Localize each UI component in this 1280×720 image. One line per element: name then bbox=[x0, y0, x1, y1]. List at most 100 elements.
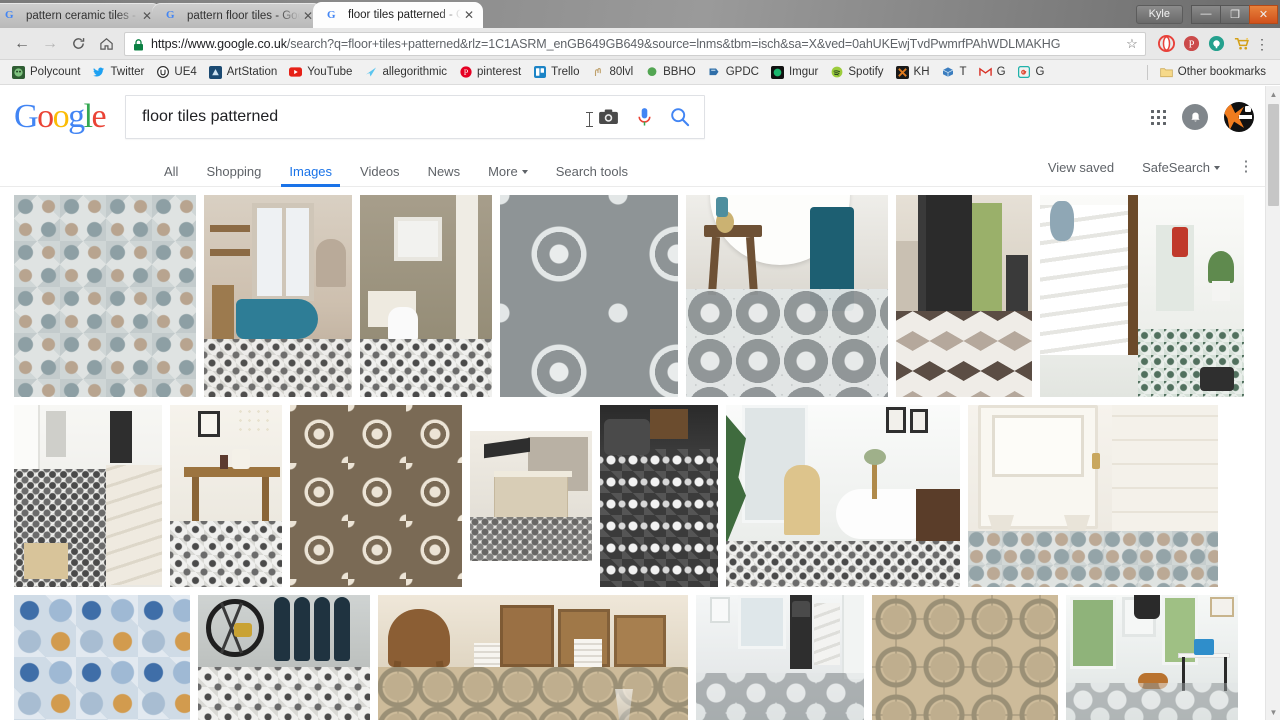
tab-news[interactable]: News bbox=[414, 148, 475, 186]
apps-grid-icon[interactable] bbox=[1151, 109, 1166, 125]
bookmark-pinterest[interactable]: Ppinterest bbox=[453, 62, 527, 82]
cube-icon bbox=[942, 66, 955, 79]
browser-tab-2[interactable]: pattern floor tiles - Goog ✕ bbox=[152, 3, 322, 28]
minimize-button[interactable]: — bbox=[1191, 4, 1220, 24]
bookmark-bbho[interactable]: BBHO bbox=[639, 62, 702, 82]
google-logo[interactable]: Google bbox=[14, 98, 107, 136]
other-bookmarks-button[interactable]: Other bookmarks bbox=[1154, 62, 1272, 82]
bookmark-gpdc[interactable]: GPDC bbox=[702, 62, 765, 82]
thumb-bathroom-armchair-rolltop-bath[interactable] bbox=[726, 405, 960, 587]
camera-icon[interactable] bbox=[590, 99, 626, 135]
bookmarks-bar: Polycount Twitter UE4 ArtStation YouTube… bbox=[0, 60, 1280, 85]
opera-icon[interactable] bbox=[1155, 33, 1177, 55]
scroll-up-arrow-icon[interactable]: ▲ bbox=[1266, 86, 1280, 102]
thumb-bathtub-stool-grey-tiles[interactable] bbox=[686, 195, 888, 397]
allegorithmic-icon bbox=[364, 66, 377, 79]
thumb-hallway-geometric-3d-floor[interactable] bbox=[896, 195, 1032, 397]
thumb-dining-table-chandelier-tiles[interactable] bbox=[170, 405, 282, 587]
bookmark-g-square[interactable]: G bbox=[1012, 62, 1051, 82]
maximize-button[interactable]: ❐ bbox=[1220, 4, 1249, 24]
thumb-bathroom-blue-clawfoot-tub[interactable] bbox=[204, 195, 352, 397]
browser-tab-3-active[interactable]: floor tiles patterned - Go ✕ bbox=[313, 2, 483, 28]
folder-icon bbox=[1160, 66, 1173, 79]
tab-all[interactable]: All bbox=[150, 148, 192, 186]
browser-tab-1[interactable]: pattern ceramic tiles - Go ✕ bbox=[0, 3, 161, 28]
home-icon[interactable] bbox=[92, 31, 120, 57]
thumb-bicycle-wellies-monochrome-floor[interactable] bbox=[198, 595, 370, 720]
bookmark-allegorithmic[interactable]: allegorithmic bbox=[358, 62, 453, 82]
scroll-down-arrow-icon[interactable]: ▼ bbox=[1266, 704, 1280, 720]
thumb-chair-crates-books-aged-tiles[interactable] bbox=[378, 595, 688, 720]
search-icon[interactable] bbox=[662, 99, 698, 135]
close-icon[interactable]: ✕ bbox=[461, 7, 477, 23]
bookmark-spotify[interactable]: Spotify bbox=[824, 62, 889, 82]
thumb-hallway-stove-staircase-grey-tiles[interactable] bbox=[696, 595, 864, 720]
tab-more[interactable]: More bbox=[474, 148, 542, 186]
bookmark-youtube[interactable]: YouTube bbox=[283, 62, 358, 82]
bookmark-label: BBHO bbox=[663, 66, 696, 78]
teal-circle-icon[interactable] bbox=[1205, 33, 1227, 55]
tab-shopping[interactable]: Shopping bbox=[192, 148, 275, 186]
thumb-small-bathroom-monochrome-floor[interactable] bbox=[360, 195, 492, 397]
forward-icon[interactable]: → bbox=[36, 31, 64, 57]
tab-images[interactable]: Images bbox=[275, 148, 346, 187]
bookmark-ue4[interactable]: UE4 bbox=[150, 62, 202, 82]
back-icon[interactable]: ← bbox=[8, 31, 36, 57]
bookmark-polycount[interactable]: Polycount bbox=[6, 62, 87, 82]
bookmark-twitter[interactable]: Twitter bbox=[87, 62, 151, 82]
thumb-white-vanity-unit-floor-tiles[interactable] bbox=[968, 405, 1218, 587]
thumb-blue-orange-moroccan-tiles[interactable] bbox=[14, 595, 190, 720]
bookmark-t[interactable]: T bbox=[936, 62, 973, 82]
reload-icon[interactable] bbox=[64, 31, 92, 57]
polycount-icon bbox=[12, 65, 25, 79]
tab-videos[interactable]: Videos bbox=[346, 148, 414, 186]
address-bar[interactable]: https://www.google.co.uk/search?q=floor+… bbox=[124, 31, 1146, 56]
tab-label: All bbox=[164, 163, 179, 179]
user-avatar[interactable] bbox=[1224, 102, 1254, 132]
image-row bbox=[14, 595, 1270, 720]
bookmark-artstation[interactable]: ArtStation bbox=[203, 62, 284, 82]
image-row bbox=[14, 405, 1270, 587]
pinterest-icon[interactable]: P bbox=[1180, 33, 1202, 55]
page-scrollbar[interactable]: ▲ ▼ bbox=[1265, 86, 1280, 720]
chrome-menu-icon[interactable]: ⋮ bbox=[1252, 37, 1272, 51]
profile-chip[interactable]: Kyle bbox=[1135, 4, 1183, 24]
search-tools-button[interactable]: Search tools bbox=[542, 148, 642, 186]
g-square-icon bbox=[1018, 66, 1031, 79]
close-window-button[interactable]: ✕ bbox=[1249, 4, 1278, 24]
thumb-grey-medallion-tile-closeup[interactable] bbox=[500, 195, 678, 397]
bookmark-star-icon[interactable]: ☆ bbox=[1123, 36, 1141, 52]
svg-text:P: P bbox=[1188, 39, 1194, 50]
bookmark-label: GPDC bbox=[725, 66, 759, 78]
thumb-patchwork-encaustic-tiles[interactable] bbox=[14, 195, 196, 397]
bookmark-gmail[interactable]: G bbox=[973, 62, 1012, 82]
browser-toolbar: ← → https://www.google.co.uk/search?q=fl… bbox=[0, 28, 1280, 60]
search-box[interactable]: floor tiles patterned bbox=[125, 95, 706, 139]
youtube-icon bbox=[289, 66, 303, 79]
thumb-kitchen-island-grey-floor[interactable] bbox=[470, 431, 592, 561]
more-options-icon[interactable]: ⋮ bbox=[1234, 148, 1258, 186]
thumb-white-staircase-green-hall-tiles[interactable] bbox=[1040, 195, 1244, 397]
bookmark-imgur[interactable]: Imgur bbox=[765, 62, 824, 82]
shopping-cart-icon[interactable] bbox=[1230, 33, 1252, 55]
thumb-aged-circular-motif-tiles[interactable] bbox=[872, 595, 1058, 720]
view-saved-button[interactable]: View saved bbox=[1034, 148, 1128, 186]
bell-icon[interactable] bbox=[1182, 104, 1208, 130]
image-results-grid bbox=[0, 187, 1280, 720]
safesearch-button[interactable]: SafeSearch bbox=[1128, 148, 1234, 186]
scrollbar-thumb[interactable] bbox=[1268, 104, 1279, 206]
bookmark-label: Spotify bbox=[848, 66, 884, 78]
search-input[interactable]: floor tiles patterned bbox=[142, 108, 573, 126]
bookmark-kh[interactable]: KH bbox=[890, 62, 936, 82]
thumb-landing-stairs-patterned-floor[interactable] bbox=[14, 405, 162, 587]
bookmark-trello[interactable]: Trello bbox=[527, 62, 585, 82]
microphone-icon[interactable] bbox=[626, 99, 662, 135]
url-path: /search?q=floor+tiles+patterned&rlz=1C1A… bbox=[286, 36, 1061, 51]
safesearch-label: SafeSearch bbox=[1142, 159, 1210, 175]
bookmark-80lvl[interactable]: 80lvl bbox=[585, 62, 639, 82]
thumb-brown-damask-tile-closeup[interactable] bbox=[290, 405, 462, 587]
thumb-dark-grey-patterned-floor-chair[interactable] bbox=[600, 405, 718, 587]
kh-icon bbox=[895, 65, 909, 79]
reload-glyph bbox=[72, 38, 84, 49]
thumb-bay-window-desk-dog-tiles[interactable] bbox=[1066, 595, 1238, 720]
